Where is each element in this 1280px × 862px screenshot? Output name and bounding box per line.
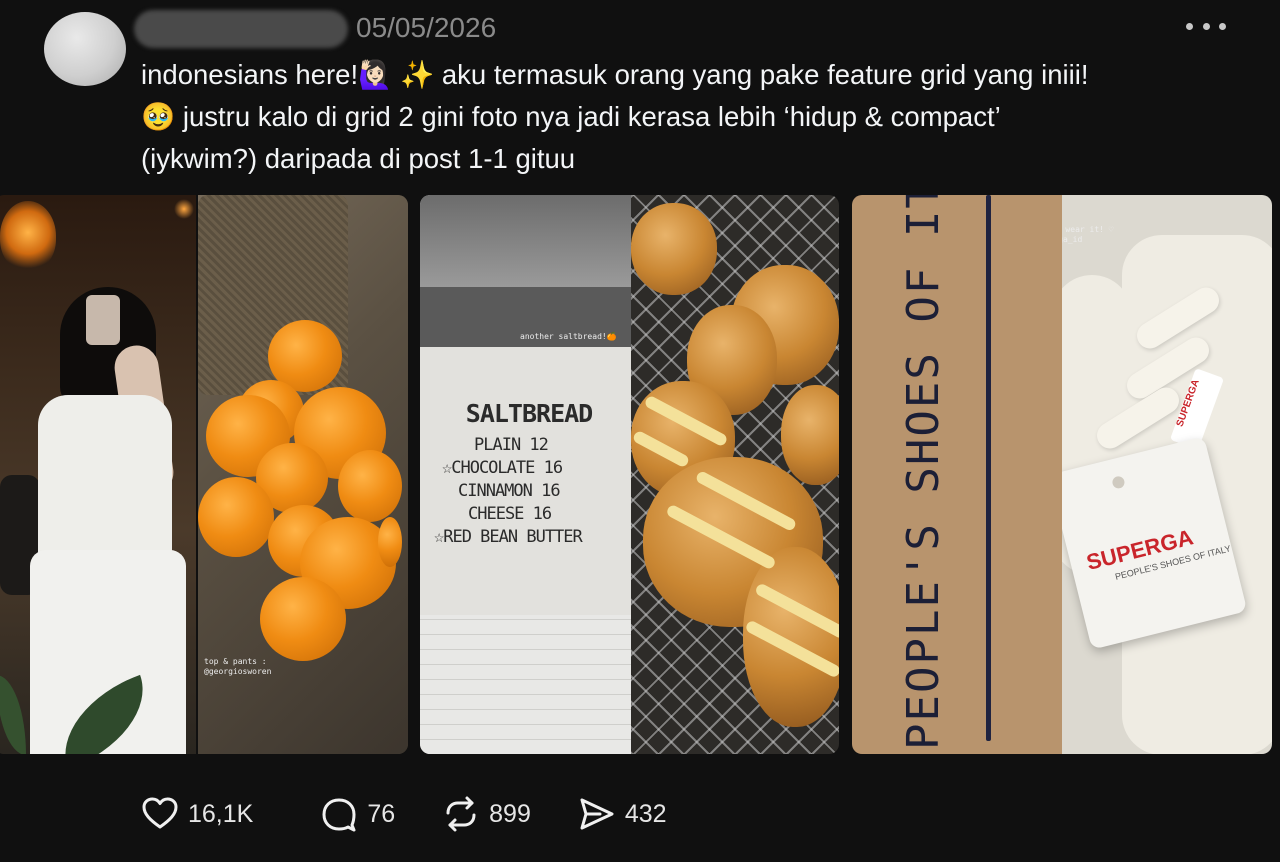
send-icon xyxy=(580,798,614,830)
post-text-line: (iykwim?) daripada di post 1-1 gituu xyxy=(141,143,576,174)
comment-icon xyxy=(322,798,356,832)
bread-shape xyxy=(781,385,839,485)
share-button[interactable]: 432 xyxy=(577,794,667,834)
photo-person-mirror-selfie xyxy=(0,195,196,754)
heart-icon xyxy=(142,797,178,829)
caption-line: so excited to wear it! ♡ xyxy=(1062,225,1114,234)
orange-shape xyxy=(198,477,274,557)
menu-line: PLAIN 12 xyxy=(474,435,549,455)
top-shape xyxy=(38,395,172,565)
photo-saltbread-menu: another saltbread!🍊 SALTBREAD PLAIN 12 ☆… xyxy=(420,195,631,754)
reply-count: 76 xyxy=(367,799,396,828)
orange-shape xyxy=(338,450,402,522)
box-lettering: PEOPLE'S SHOES OF ITAL xyxy=(898,195,949,750)
share-count: 432 xyxy=(624,799,667,828)
menu-line: CINNAMON 16 xyxy=(458,481,561,501)
bread-shape xyxy=(631,203,717,295)
caption-line: @georgiosworen xyxy=(204,667,272,676)
orange-shape xyxy=(260,577,346,661)
phone-shape xyxy=(86,295,120,345)
ceiling-shape xyxy=(420,195,631,287)
box-stripe xyxy=(986,195,991,741)
menu-line: ☆RED BEAN BUTTER xyxy=(434,527,583,547)
repost-icon xyxy=(446,796,476,832)
photo-shoe-box: PEOPLE'S SHOES OF ITAL xyxy=(852,195,1062,754)
media-image-outfit-oranges[interactable]: top & pants : @georgiosworen xyxy=(0,195,408,754)
caption-line: @superga_id xyxy=(1062,235,1083,244)
post-text-line: 🥹 justru kalo di grid 2 gini foto nya ja… xyxy=(141,101,1001,132)
more-dot-icon xyxy=(1219,22,1226,30)
reply-button[interactable]: 76 xyxy=(319,794,395,834)
username-redacted[interactable] xyxy=(134,10,348,48)
action-bar: 16,1K 76 899 432 xyxy=(140,790,693,838)
menu-title: SALTBREAD xyxy=(465,399,593,428)
story-caption: so excited to wear it! ♡ @superga_id xyxy=(1062,225,1114,245)
caption-line: top & pants : xyxy=(204,657,267,666)
photo-bread-rack xyxy=(631,195,839,754)
lamp-shape xyxy=(0,201,56,271)
story-caption: another saltbread!🍊 xyxy=(520,332,617,341)
avatar[interactable] xyxy=(44,12,126,86)
media-image-superga[interactable]: PEOPLE'S SHOES OF ITAL SUPERGA so excite… xyxy=(852,195,1272,754)
like-button[interactable]: 16,1K xyxy=(140,794,253,834)
post-timestamp: 05/05/2026 xyxy=(356,12,497,43)
more-dot-icon xyxy=(1186,22,1193,30)
tile-wall xyxy=(420,615,631,754)
tag-hole xyxy=(1111,475,1126,490)
more-dot-icon xyxy=(1202,22,1210,30)
post-text: indonesians here!🙋🏻‍♀️ ✨ aku termasuk or… xyxy=(141,54,1231,180)
menu-text: SALTBREAD PLAIN 12 ☆CHOCOLATE 16 CINNAMO… xyxy=(434,399,624,549)
story-caption: top & pants : @georgiosworen xyxy=(204,657,271,677)
lamp-shape xyxy=(174,199,194,219)
repost-button[interactable]: 899 xyxy=(441,794,531,834)
more-options-button[interactable] xyxy=(1186,14,1226,38)
menu-line: ☆CHOCOLATE 16 xyxy=(442,458,563,478)
photo-oranges-crate: top & pants : @georgiosworen xyxy=(198,195,408,754)
media-image-saltbread[interactable]: another saltbread!🍊 SALTBREAD PLAIN 12 ☆… xyxy=(420,195,839,754)
post-text-line: indonesians here!🙋🏻‍♀️ ✨ aku termasuk or… xyxy=(141,59,1089,90)
plant-leaf-shape xyxy=(0,675,26,754)
photo-superga-shoes: SUPERGA so excited to wear it! ♡ @superg… xyxy=(1062,195,1272,754)
like-count: 16,1K xyxy=(188,799,254,828)
orange-shape xyxy=(378,517,402,567)
menu-line: CHEESE 16 xyxy=(468,504,552,524)
repost-count: 899 xyxy=(489,799,531,828)
